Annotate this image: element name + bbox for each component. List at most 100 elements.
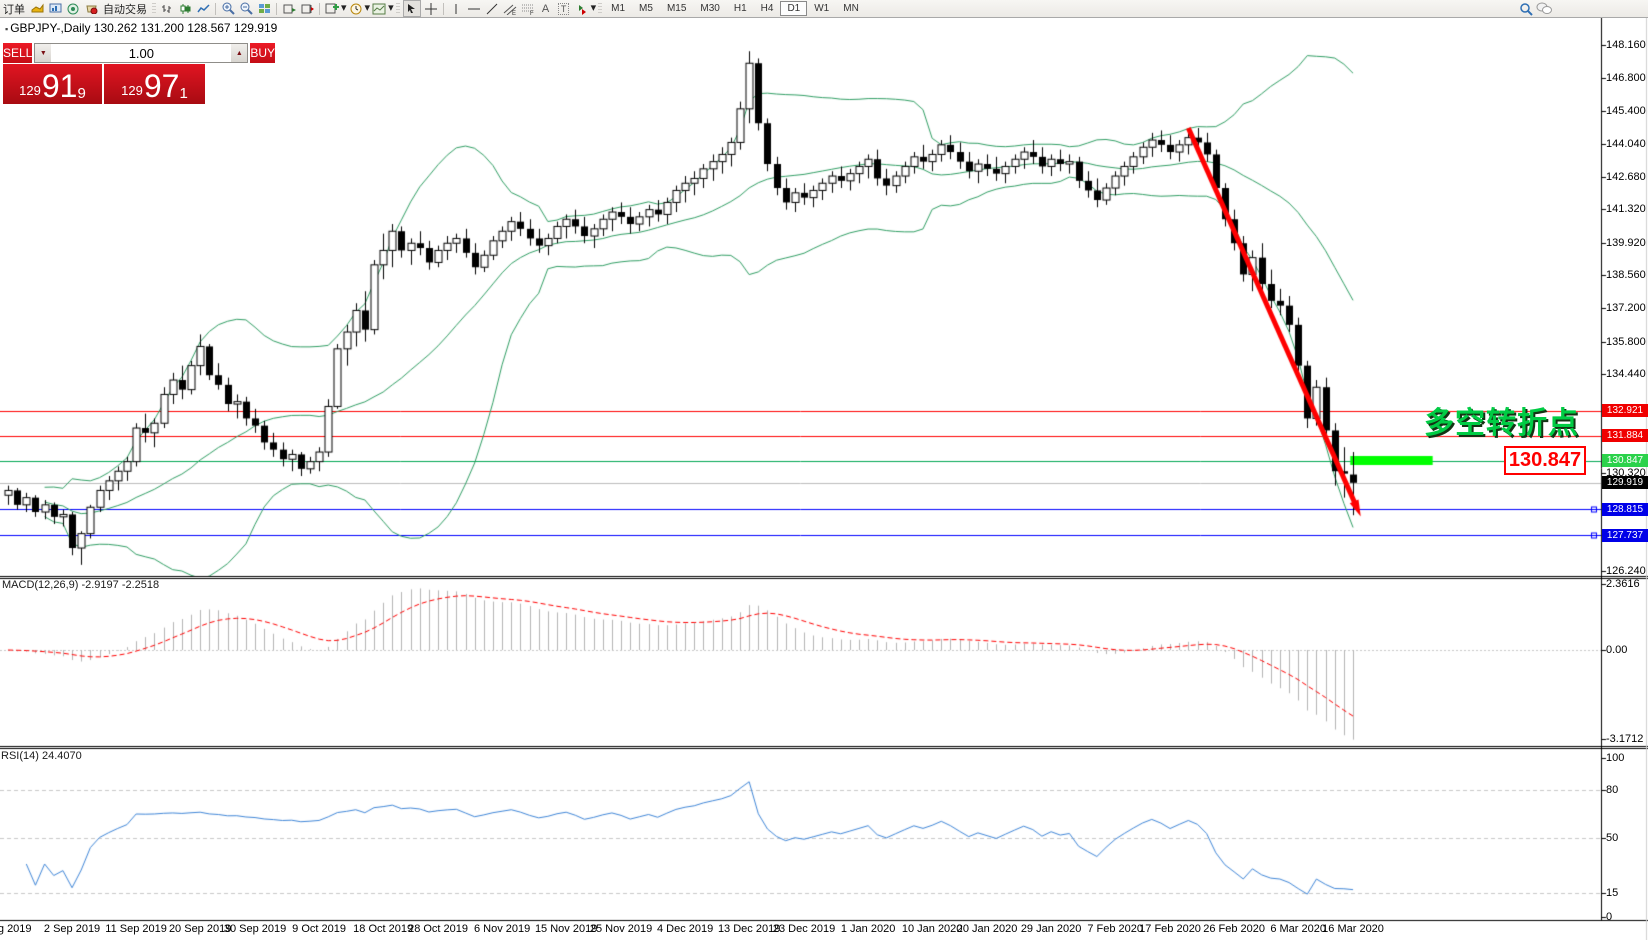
bar-chart-icon[interactable] bbox=[159, 1, 175, 16]
chat-icon[interactable] bbox=[1536, 1, 1552, 16]
fibonacci-icon[interactable]: F bbox=[520, 1, 536, 16]
timeframe-button-m1[interactable]: M1 bbox=[604, 1, 632, 16]
price-badge: 131.884 bbox=[1602, 429, 1648, 442]
timeframe-button-h1[interactable]: H1 bbox=[727, 1, 754, 16]
price-axis-label: 141.320 bbox=[1606, 203, 1648, 215]
zoom-out-icon[interactable] bbox=[238, 1, 254, 16]
template-icon[interactable] bbox=[371, 1, 387, 16]
macd-indicator-label: MACD(12,26,9) -2.9197 -2.2518 bbox=[2, 579, 159, 591]
bid-price-big: 91 bbox=[42, 71, 78, 101]
autotrading-button[interactable]: 自动交易 bbox=[100, 1, 150, 17]
line-chart-icon[interactable] bbox=[195, 1, 211, 16]
macd-axis-label: 0.00 bbox=[1606, 644, 1648, 656]
period-icon[interactable] bbox=[348, 1, 364, 16]
new-order-button[interactable]: 订单 bbox=[0, 1, 28, 17]
volume-increase-button[interactable]: ▲ bbox=[231, 44, 247, 62]
ask-price-small: 129 bbox=[121, 83, 143, 98]
timeframe-button-m15[interactable]: M15 bbox=[660, 1, 693, 16]
zoom-in-icon[interactable] bbox=[220, 1, 236, 16]
trendline-icon[interactable] bbox=[484, 1, 500, 16]
one-click-trading-panel: SELL ▼ ▲ BUY 129 91 9 129 97 1 bbox=[3, 43, 205, 104]
arrows-icon[interactable] bbox=[574, 1, 590, 16]
volume-decrease-button[interactable]: ▼ bbox=[35, 44, 51, 62]
price-badge: 127.737 bbox=[1602, 529, 1648, 542]
price-axis-label: 134.440 bbox=[1606, 368, 1648, 380]
market-watch-icon[interactable] bbox=[47, 1, 63, 16]
timeframe-button-m5[interactable]: M5 bbox=[632, 1, 660, 16]
date-label: 16 Mar 2020 bbox=[1308, 923, 1398, 935]
new-order-icon[interactable] bbox=[29, 1, 45, 16]
dropdown-caret-icon[interactable]: ▾ bbox=[388, 3, 394, 14]
price-axis-label: 148.160 bbox=[1606, 39, 1648, 51]
panel-divider[interactable] bbox=[0, 743, 1648, 750]
timeframe-button-m30[interactable]: M30 bbox=[693, 1, 726, 16]
rsi-axis-label: 80 bbox=[1606, 784, 1648, 796]
chart-marker-icon: ▪ bbox=[5, 24, 8, 34]
add-indicator-icon[interactable] bbox=[324, 1, 340, 16]
volume-input[interactable] bbox=[51, 44, 231, 62]
timeframe-button-w1[interactable]: W1 bbox=[807, 1, 836, 16]
autotrading-icon[interactable] bbox=[83, 1, 99, 16]
svg-text:F: F bbox=[530, 11, 534, 15]
chart-shift-icon[interactable] bbox=[281, 1, 297, 16]
svg-text:E: E bbox=[512, 11, 516, 15]
panel-divider[interactable] bbox=[0, 573, 1648, 580]
price-badge: 128.815 bbox=[1602, 503, 1648, 516]
chart-title: GBPJPY-,Daily 130.262 131.200 128.567 12… bbox=[10, 21, 277, 35]
text-icon[interactable]: A bbox=[538, 1, 554, 16]
sell-button[interactable]: SELL bbox=[3, 43, 32, 63]
toolbar-separator bbox=[276, 3, 277, 15]
mt4-window: { "toolbar": { "left_label": "订单", "auto… bbox=[0, 0, 1648, 940]
price-axis-label: 145.400 bbox=[1606, 105, 1648, 117]
price-label-annotation[interactable]: 130.847 bbox=[1504, 446, 1586, 475]
price-badge: 129.919 bbox=[1602, 476, 1648, 489]
timeframe-button-d1[interactable]: D1 bbox=[780, 1, 807, 16]
horizontal-line-icon[interactable] bbox=[466, 1, 482, 16]
toolbar-grip bbox=[598, 3, 602, 15]
buy-button[interactable]: BUY bbox=[250, 43, 275, 63]
channel-icon[interactable]: E bbox=[502, 1, 518, 16]
turning-point-annotation[interactable]: 多空转折点 bbox=[1424, 398, 1579, 442]
ask-price-big: 97 bbox=[144, 71, 180, 101]
chart-canvas[interactable] bbox=[0, 17, 1648, 940]
dropdown-caret-icon[interactable]: ▾ bbox=[591, 3, 597, 14]
toolbar-separator bbox=[443, 3, 444, 15]
toolbar-grip bbox=[396, 3, 400, 15]
price-axis-label: 144.040 bbox=[1606, 138, 1648, 150]
rsi-axis-label: 0 bbox=[1606, 911, 1648, 923]
cursor-icon[interactable] bbox=[403, 0, 421, 17]
toolbar-separator bbox=[319, 3, 320, 15]
dropdown-caret-icon[interactable]: ▾ bbox=[365, 3, 371, 14]
price-axis-label: 135.800 bbox=[1606, 336, 1648, 348]
tile-windows-icon[interactable] bbox=[256, 1, 272, 16]
price-axis-label: 137.200 bbox=[1606, 302, 1648, 314]
toolbar-separator bbox=[215, 3, 216, 15]
chart-header: ▪GBPJPY-,Daily 130.262 131.200 128.567 1… bbox=[5, 21, 277, 35]
rsi-axis-label: 15 bbox=[1606, 887, 1648, 899]
price-axis-label: 146.800 bbox=[1606, 72, 1648, 84]
volume-spinner: ▼ ▲ bbox=[34, 43, 248, 63]
toolbar: 订单 自动交易 ▾ ▾ ▾ E F A T ▾ M1M5M15M30H1H4D1… bbox=[0, 0, 1648, 18]
text-label-icon[interactable]: T bbox=[556, 1, 572, 16]
dropdown-caret-icon[interactable]: ▾ bbox=[341, 3, 347, 14]
rsi-indicator-label: RSI(14) 24.4070 bbox=[1, 750, 82, 762]
crosshair-icon[interactable] bbox=[423, 1, 439, 16]
timeframe-group: M1M5M15M30H1H4D1W1MN bbox=[604, 1, 866, 16]
toolbar-grip bbox=[152, 3, 156, 15]
timeframe-button-mn[interactable]: MN bbox=[836, 1, 866, 16]
vertical-line-icon[interactable] bbox=[448, 1, 464, 16]
ask-quote[interactable]: 129 97 1 bbox=[104, 64, 205, 104]
bid-quote[interactable]: 129 91 9 bbox=[3, 64, 102, 104]
rsi-axis-label: 100 bbox=[1606, 752, 1648, 764]
bid-price-small: 129 bbox=[19, 83, 41, 98]
candlestick-chart-icon[interactable] bbox=[177, 1, 193, 16]
price-badge: 130.847 bbox=[1602, 454, 1648, 467]
search-icon[interactable] bbox=[1518, 1, 1534, 16]
price-axis-label: 138.560 bbox=[1606, 269, 1648, 281]
navigator-icon[interactable] bbox=[65, 1, 81, 16]
price-badge: 132.921 bbox=[1602, 404, 1648, 417]
timeframe-button-h4[interactable]: H4 bbox=[754, 1, 781, 16]
price-axis-label: 142.680 bbox=[1606, 171, 1648, 183]
chart-autoscroll-icon[interactable] bbox=[299, 1, 315, 16]
price-axis-label: 139.920 bbox=[1606, 237, 1648, 249]
